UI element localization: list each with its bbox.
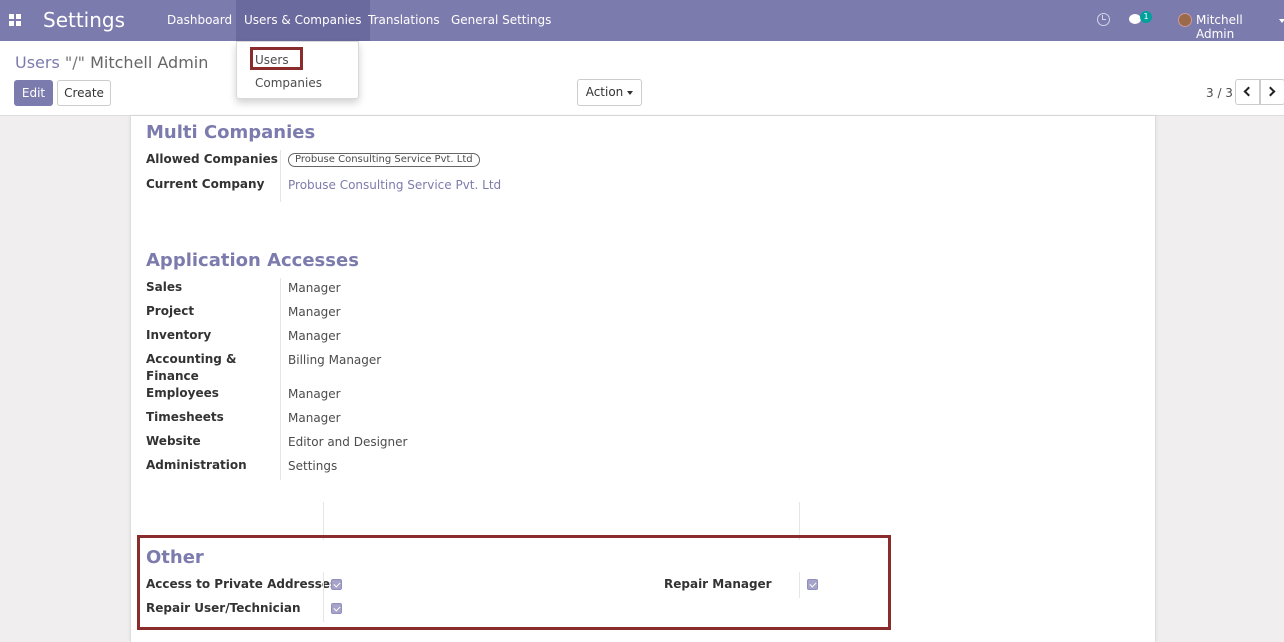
breadcrumb: Users "/" Mitchell Admin [15,53,208,72]
action-label: Action [585,85,624,99]
menu-translations[interactable]: Translations [360,0,448,41]
website-label: Website [146,434,201,448]
sales-label: Sales [146,280,183,294]
user-caret-icon[interactable] [1279,19,1284,23]
employees-label: Employees [146,386,219,400]
administration-label: Administration [146,458,247,472]
user-avatar[interactable] [1178,13,1192,27]
field-divider [280,150,281,202]
menu-users-companies[interactable]: Users & Companies [236,0,370,41]
pager-next-button[interactable] [1260,79,1284,105]
activity-clock-icon[interactable] [1097,13,1110,26]
other-highlight-box [137,535,891,630]
allowed-company-tag[interactable]: Probuse Consulting Service Pvt. Ltd [288,153,480,167]
chat-badge: 1 [1140,11,1152,23]
pager-previous-button[interactable] [1235,79,1260,105]
field-divider [280,278,281,480]
top-navbar: Settings Dashboard Users & Companies Tra… [0,0,1284,41]
chevron-left-icon [1243,86,1254,97]
current-company-label: Current Company [146,177,265,191]
website-value: Editor and Designer [288,435,408,449]
inventory-label: Inventory [146,328,212,342]
action-button[interactable]: Action [577,79,642,106]
timesheets-value: Manager [288,411,341,425]
breadcrumb-users[interactable]: Users [15,53,60,72]
project-value: Manager [288,305,341,319]
dropdown-item-companies[interactable]: Companies [255,76,322,90]
multi-companies-title: Multi Companies [146,122,316,143]
allowed-companies-label: Allowed Companies [146,152,278,166]
project-label: Project [146,304,195,318]
accounting-label-line2: Finance [146,369,199,383]
apps-menu-icon[interactable] [9,14,21,26]
menu-dashboard[interactable]: Dashboard [159,0,240,41]
timesheets-label: Timesheets [146,410,224,424]
sales-value: Manager [288,281,341,295]
create-button[interactable]: Create [57,80,111,106]
chevron-right-icon [1265,86,1276,97]
inventory-value: Manager [288,329,341,343]
breadcrumb-current: Mitchell Admin [90,53,209,72]
user-menu[interactable]: Mitchell Admin [1196,13,1284,41]
app-title: Settings [43,8,126,32]
application-accesses-title: Application Accesses [146,250,359,271]
accounting-label: Accounting & [146,352,237,366]
edit-button[interactable]: Edit [14,80,53,106]
employees-value: Manager [288,387,341,401]
current-company-link[interactable]: Probuse Consulting Service Pvt. Ltd [288,178,501,192]
users-highlight-box [250,47,303,70]
caret-down-icon [627,90,634,95]
breadcrumb-separator: "/" [64,53,86,72]
pager-value: 3 / 3 [1206,86,1233,100]
control-panel: Users "/" Mitchell Admin Edit Create Act… [0,41,1284,116]
administration-value: Settings [288,459,338,473]
menu-general-settings[interactable]: General Settings [443,0,559,41]
accounting-value: Billing Manager [288,353,382,367]
